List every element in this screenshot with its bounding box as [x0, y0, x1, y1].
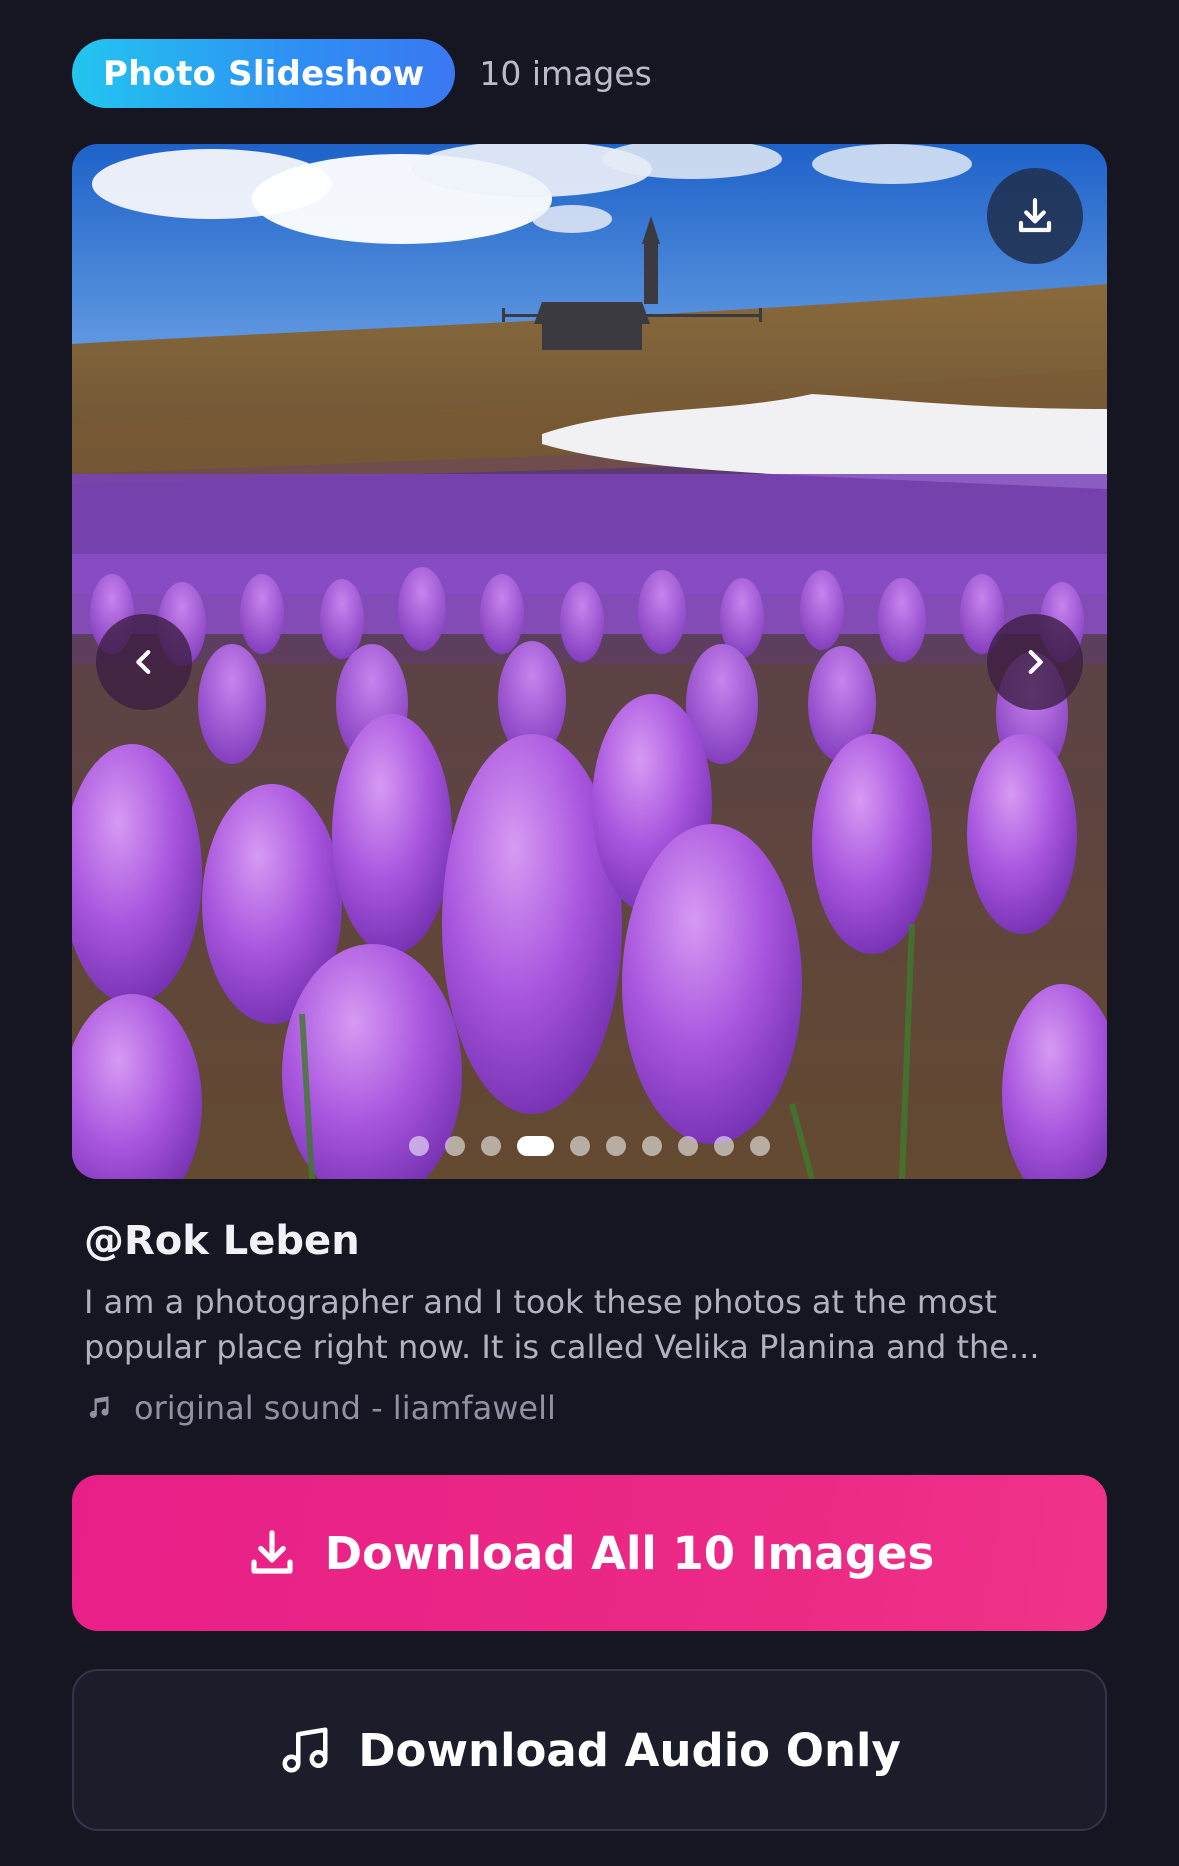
slide-dot[interactable] — [750, 1136, 770, 1156]
chevron-left-icon — [136, 649, 151, 675]
slide-dot[interactable] — [481, 1136, 501, 1156]
slideshow-type-badge: Photo Slideshow — [72, 39, 456, 108]
slide-dot[interactable] — [606, 1136, 626, 1156]
slide-dot[interactable] — [570, 1136, 590, 1156]
next-image-button[interactable] — [987, 614, 1083, 710]
music-note-icon — [278, 1722, 334, 1778]
chevron-right-icon — [1028, 649, 1043, 675]
music-note-icon — [84, 1392, 116, 1424]
slide-dot[interactable] — [409, 1136, 429, 1156]
download-all-images-button[interactable]: Download All 10 Images — [72, 1475, 1107, 1631]
slideshow-header: Photo Slideshow 10 images — [72, 39, 652, 108]
download-icon — [1018, 198, 1052, 233]
author-handle[interactable]: @Rok Leben — [84, 1218, 360, 1264]
previous-image-button[interactable] — [96, 614, 192, 710]
slide-dot[interactable] — [714, 1136, 734, 1156]
crocus-field-photo — [72, 144, 1107, 1179]
sound-info: original sound - liamfawell — [84, 1384, 556, 1432]
download-all-label: Download All 10 Images — [324, 1526, 935, 1580]
slideshow-image[interactable] — [72, 144, 1107, 1179]
post-caption: I am a photographer and I took these pho… — [84, 1280, 1084, 1370]
image-count: 10 images — [479, 54, 652, 93]
slide-dot-active[interactable] — [517, 1136, 554, 1156]
slide-dot[interactable] — [642, 1136, 662, 1156]
slide-dot[interactable] — [678, 1136, 698, 1156]
download-audio-label: Download Audio Only — [358, 1723, 901, 1777]
download-image-button[interactable] — [987, 168, 1083, 264]
caption-line: I am a photographer and I took these pho… — [84, 1283, 997, 1321]
sound-title: original sound - liamfawell — [134, 1389, 556, 1427]
download-audio-button[interactable]: Download Audio Only — [72, 1669, 1107, 1831]
slide-dot[interactable] — [445, 1136, 465, 1156]
caption-line: popular place right now. It is called Ve… — [84, 1328, 1040, 1366]
download-icon — [245, 1525, 301, 1581]
slide-indicator — [72, 1136, 1107, 1156]
